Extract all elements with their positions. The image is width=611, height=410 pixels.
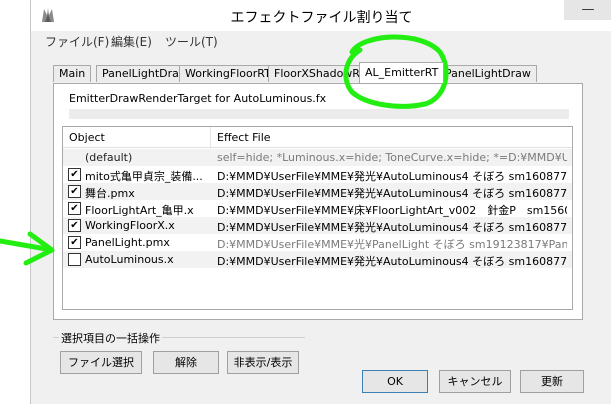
annotation-arrow	[0, 231, 55, 266]
tab-al-emitterrt[interactable]: AL_EmitterRT	[359, 62, 445, 83]
annotation-layer	[0, 34, 449, 266]
